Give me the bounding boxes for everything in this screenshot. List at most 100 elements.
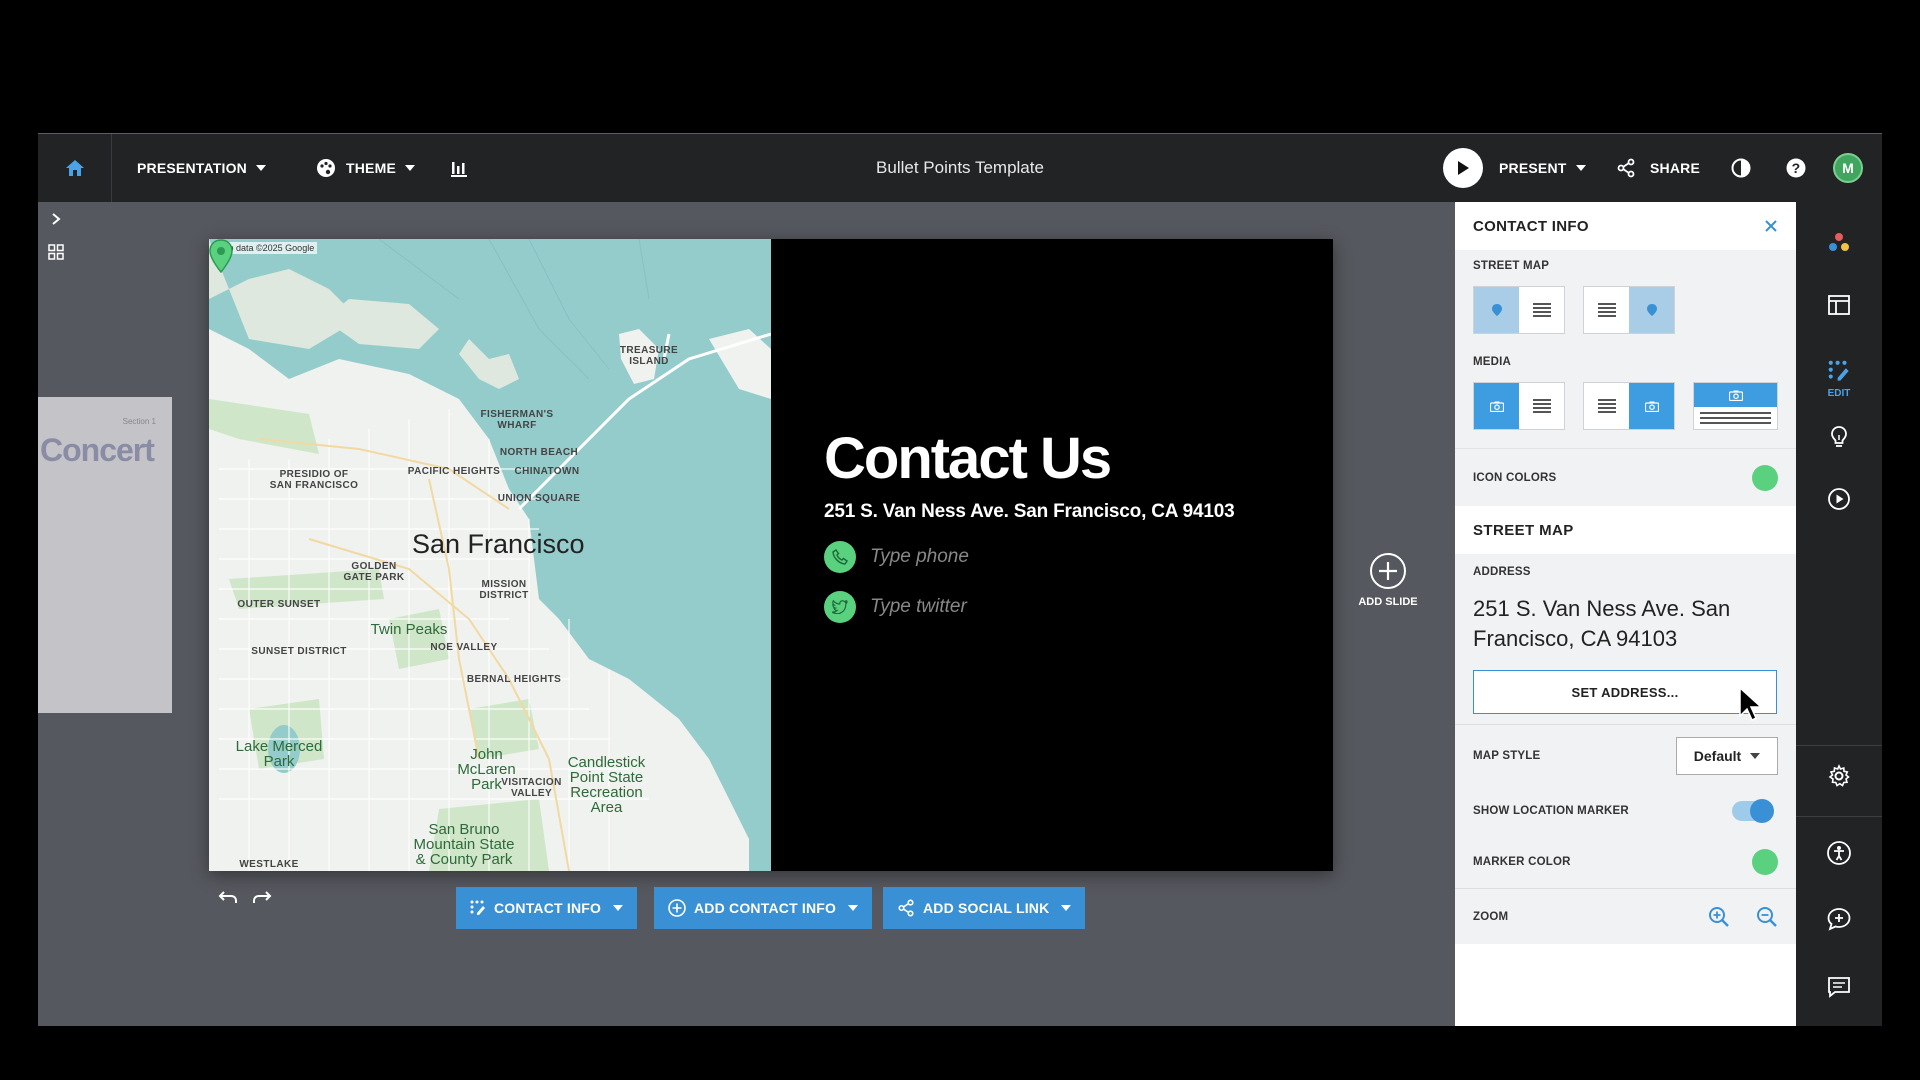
map-label-presidio: PRESIDIO OF SAN FRANCISCO — [269, 469, 359, 491]
plus-circle-icon — [1370, 553, 1406, 589]
twitter-placeholder[interactable]: Type twitter — [870, 596, 967, 618]
panel-header: CONTACT INFO — [1455, 202, 1796, 250]
street-map-section-title: STREET MAP — [1455, 506, 1796, 554]
tool-ideas[interactable] — [1796, 425, 1882, 449]
map-city-label: San Francisco — [412, 529, 585, 559]
theme-menu[interactable]: THEME — [316, 134, 415, 202]
set-address-button[interactable]: SET ADDRESS... — [1473, 670, 1777, 714]
svg-text:?: ? — [1792, 160, 1801, 176]
show-marker-row: SHOW LOCATION MARKER — [1455, 786, 1796, 836]
camera-icon — [1629, 383, 1674, 429]
undo-icon[interactable] — [218, 890, 238, 904]
phone-row[interactable]: Type phone — [824, 541, 1234, 573]
edit-dots-icon — [1828, 360, 1849, 381]
slide-thumbnail[interactable]: Section 1 Concert — [38, 397, 172, 713]
contrast-icon — [1731, 158, 1751, 178]
map-label-sunset-district: SUNSET DISTRICT — [251, 646, 347, 657]
app-window: PRESENTATION THEME Bullet Points Templat… — [38, 134, 1882, 1026]
phone-placeholder[interactable]: Type phone — [870, 546, 969, 568]
add-slide-button[interactable]: ADD SLIDE — [1348, 552, 1428, 608]
lightbulb-icon — [1831, 426, 1847, 447]
show-marker-toggle[interactable] — [1732, 799, 1774, 823]
layout-map-left[interactable] — [1473, 286, 1565, 334]
home-button[interactable] — [38, 134, 112, 202]
map-style-row: MAP STYLE Default — [1455, 724, 1796, 786]
help-icon: ? — [1786, 158, 1806, 178]
slide-address[interactable]: 251 S. Van Ness Ave. San Francisco, CA 9… — [824, 501, 1235, 523]
street-map[interactable]: Map data ©2025 Google TREASURE ISLAND FI… — [209, 239, 771, 871]
chevron-right-icon[interactable] — [49, 212, 63, 226]
zoom-label: ZOOM — [1473, 910, 1509, 923]
marker-color-swatch[interactable] — [1752, 849, 1778, 875]
tool-play[interactable] — [1796, 487, 1882, 511]
share-label: SHARE — [1650, 160, 1701, 176]
street-map-layout-label: STREET MAP — [1473, 260, 1550, 272]
map-label-north-beach: NORTH BEACH — [499, 447, 579, 458]
add-social-link-label: ADD SOCIAL LINK — [923, 900, 1050, 916]
add-slide-label: ADD SLIDE — [1358, 596, 1418, 608]
add-social-link-button[interactable]: ADD SOCIAL LINK — [883, 887, 1086, 929]
add-contact-info-button[interactable]: ADD CONTACT INFO — [654, 887, 873, 929]
icon-color-swatch[interactable] — [1752, 464, 1778, 491]
chevron-down-icon — [1575, 165, 1586, 171]
text-lines-icon — [1519, 383, 1564, 429]
marker-color-row: MARKER COLOR — [1455, 836, 1796, 888]
address-value: 251 S. Van Ness Ave. San Francisco, CA 9… — [1473, 596, 1731, 651]
tool-layout[interactable] — [1796, 295, 1882, 315]
map-label-pacific-heights: PACIFIC HEIGHTS — [407, 466, 501, 477]
slide-title[interactable]: Contact Us — [824, 429, 1234, 489]
theme-label: THEME — [346, 160, 396, 176]
avatar: M — [1833, 153, 1863, 183]
tool-notes[interactable] — [1796, 976, 1882, 998]
present-label: PRESENT — [1499, 160, 1567, 176]
media-layouts — [1473, 382, 1778, 430]
gear-icon — [1828, 764, 1850, 787]
layout-media-top[interactable] — [1693, 382, 1778, 430]
map-label-outer-sunset: OUTER SUNSET — [237, 599, 321, 610]
plus-circle-icon — [668, 899, 686, 917]
redo-icon[interactable] — [252, 890, 272, 904]
notes-icon — [1828, 977, 1850, 998]
chevron-down-icon — [256, 165, 266, 171]
zoom-out-icon[interactable] — [1756, 906, 1778, 928]
chevron-down-icon — [405, 165, 415, 171]
tool-accessibility[interactable] — [1796, 840, 1882, 866]
map-label-mission-district: MISSION DISTRICT — [479, 579, 529, 601]
chevron-down-icon — [848, 905, 859, 911]
contact-block[interactable]: Contact Us 251 S. Van Ness Ave. San Fran… — [824, 429, 1235, 623]
grid-icon[interactable] — [48, 244, 64, 260]
tool-design[interactable] — [1796, 232, 1882, 254]
slide-canvas[interactable]: Map data ©2025 Google TREASURE ISLAND FI… — [209, 239, 1333, 871]
layout-media-right[interactable] — [1583, 382, 1675, 430]
presentation-menu[interactable]: PRESENTATION — [137, 134, 266, 202]
help-button[interactable]: ? — [1786, 134, 1806, 202]
analytics-button[interactable] — [450, 134, 468, 202]
map-label-lake-merced: Lake Merced Park — [235, 738, 323, 770]
tool-settings[interactable] — [1796, 764, 1882, 788]
icon-colors-row: ICON COLORS — [1455, 448, 1796, 506]
contrast-button[interactable] — [1731, 134, 1751, 202]
map-thumb-icon — [1629, 287, 1674, 333]
layout-media-left[interactable] — [1473, 382, 1565, 430]
close-icon[interactable] — [1764, 219, 1778, 233]
user-avatar[interactable]: M — [1833, 134, 1863, 202]
twitter-row[interactable]: Type twitter — [824, 591, 1234, 623]
contact-info-button[interactable]: CONTACT INFO — [456, 887, 638, 929]
map-style-select[interactable]: Default — [1676, 736, 1778, 775]
text-lines-icon — [1519, 287, 1564, 333]
map-label-treasure-island: TREASURE ISLAND — [619, 345, 679, 367]
tools-divider — [1796, 745, 1882, 746]
show-marker-label: SHOW LOCATION MARKER — [1473, 805, 1629, 817]
bar-chart-icon — [451, 162, 467, 177]
map-label-chinatown: CHINATOWN — [514, 466, 580, 477]
present-button[interactable]: PRESENT — [1443, 134, 1586, 202]
map-label-golden-gate-park: GOLDEN GATE PARK — [343, 561, 405, 583]
layout-map-right[interactable] — [1583, 286, 1675, 334]
tool-edit[interactable]: EDIT — [1796, 360, 1882, 399]
zoom-in-icon[interactable] — [1708, 906, 1730, 928]
share-button[interactable]: SHARE — [1616, 134, 1700, 202]
top-bar: PRESENTATION THEME Bullet Points Templat… — [38, 134, 1882, 202]
map-label-san-bruno: San Bruno Mountain State & County Park — [413, 821, 515, 868]
phone-icon — [824, 541, 856, 573]
tool-comment-add[interactable] — [1796, 907, 1882, 931]
